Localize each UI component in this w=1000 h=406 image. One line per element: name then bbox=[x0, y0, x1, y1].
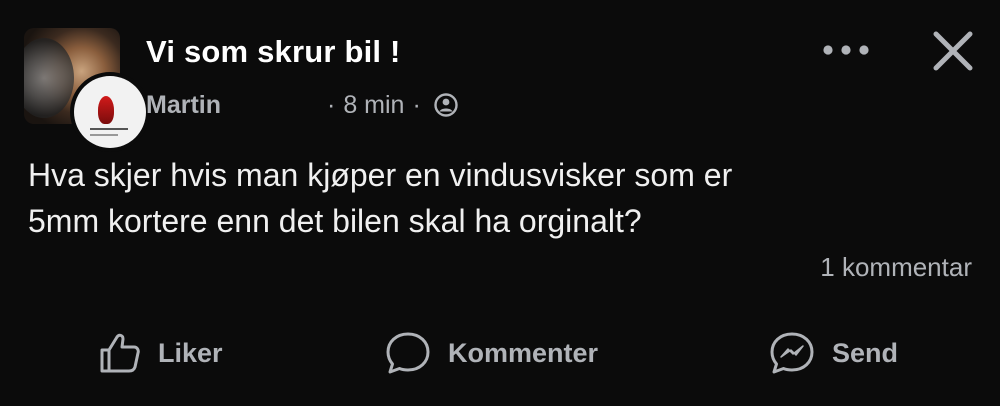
post-text: Hva skjer hvis man kjøper en vindusviske… bbox=[28, 152, 958, 244]
comment-label: Kommenter bbox=[448, 337, 599, 368]
meta-separator: · bbox=[327, 90, 336, 119]
send-label: Send bbox=[832, 337, 899, 368]
action-bar: Liker Kommenter Send bbox=[0, 322, 1000, 384]
messenger-icon bbox=[770, 332, 814, 374]
user-avatar[interactable] bbox=[70, 72, 150, 152]
close-button[interactable] bbox=[926, 26, 980, 76]
post-text-line-2: 5mm kortere enn det bilen skal ha orgina… bbox=[28, 203, 642, 239]
public-globe-icon bbox=[434, 93, 458, 117]
post-card: Vi som skrur bil ! Martin · 8 min · Hva … bbox=[0, 0, 1000, 406]
post-meta: Martin · 8 min · bbox=[146, 88, 459, 122]
comment-count-link[interactable]: 1 kommentar bbox=[820, 252, 972, 283]
more-dots-icon bbox=[823, 45, 869, 55]
avatar-stack[interactable] bbox=[24, 28, 150, 152]
like-label: Liker bbox=[158, 337, 223, 368]
thumbs-up-icon bbox=[100, 333, 140, 373]
post-timestamp[interactable]: 8 min bbox=[343, 91, 404, 120]
comment-button[interactable]: Kommenter bbox=[384, 322, 598, 384]
meta-separator-2: · bbox=[412, 90, 421, 119]
close-icon bbox=[933, 31, 973, 71]
send-button[interactable]: Send bbox=[768, 322, 898, 384]
post-text-line-1: Hva skjer hvis man kjøper en vindusviske… bbox=[28, 157, 733, 193]
author-name-link[interactable]: Martin bbox=[146, 91, 221, 120]
speech-bubble-icon bbox=[386, 332, 430, 374]
group-name-link[interactable]: Vi som skrur bil ! bbox=[146, 34, 401, 70]
like-button[interactable]: Liker bbox=[98, 322, 223, 384]
more-options-button[interactable] bbox=[818, 32, 874, 68]
